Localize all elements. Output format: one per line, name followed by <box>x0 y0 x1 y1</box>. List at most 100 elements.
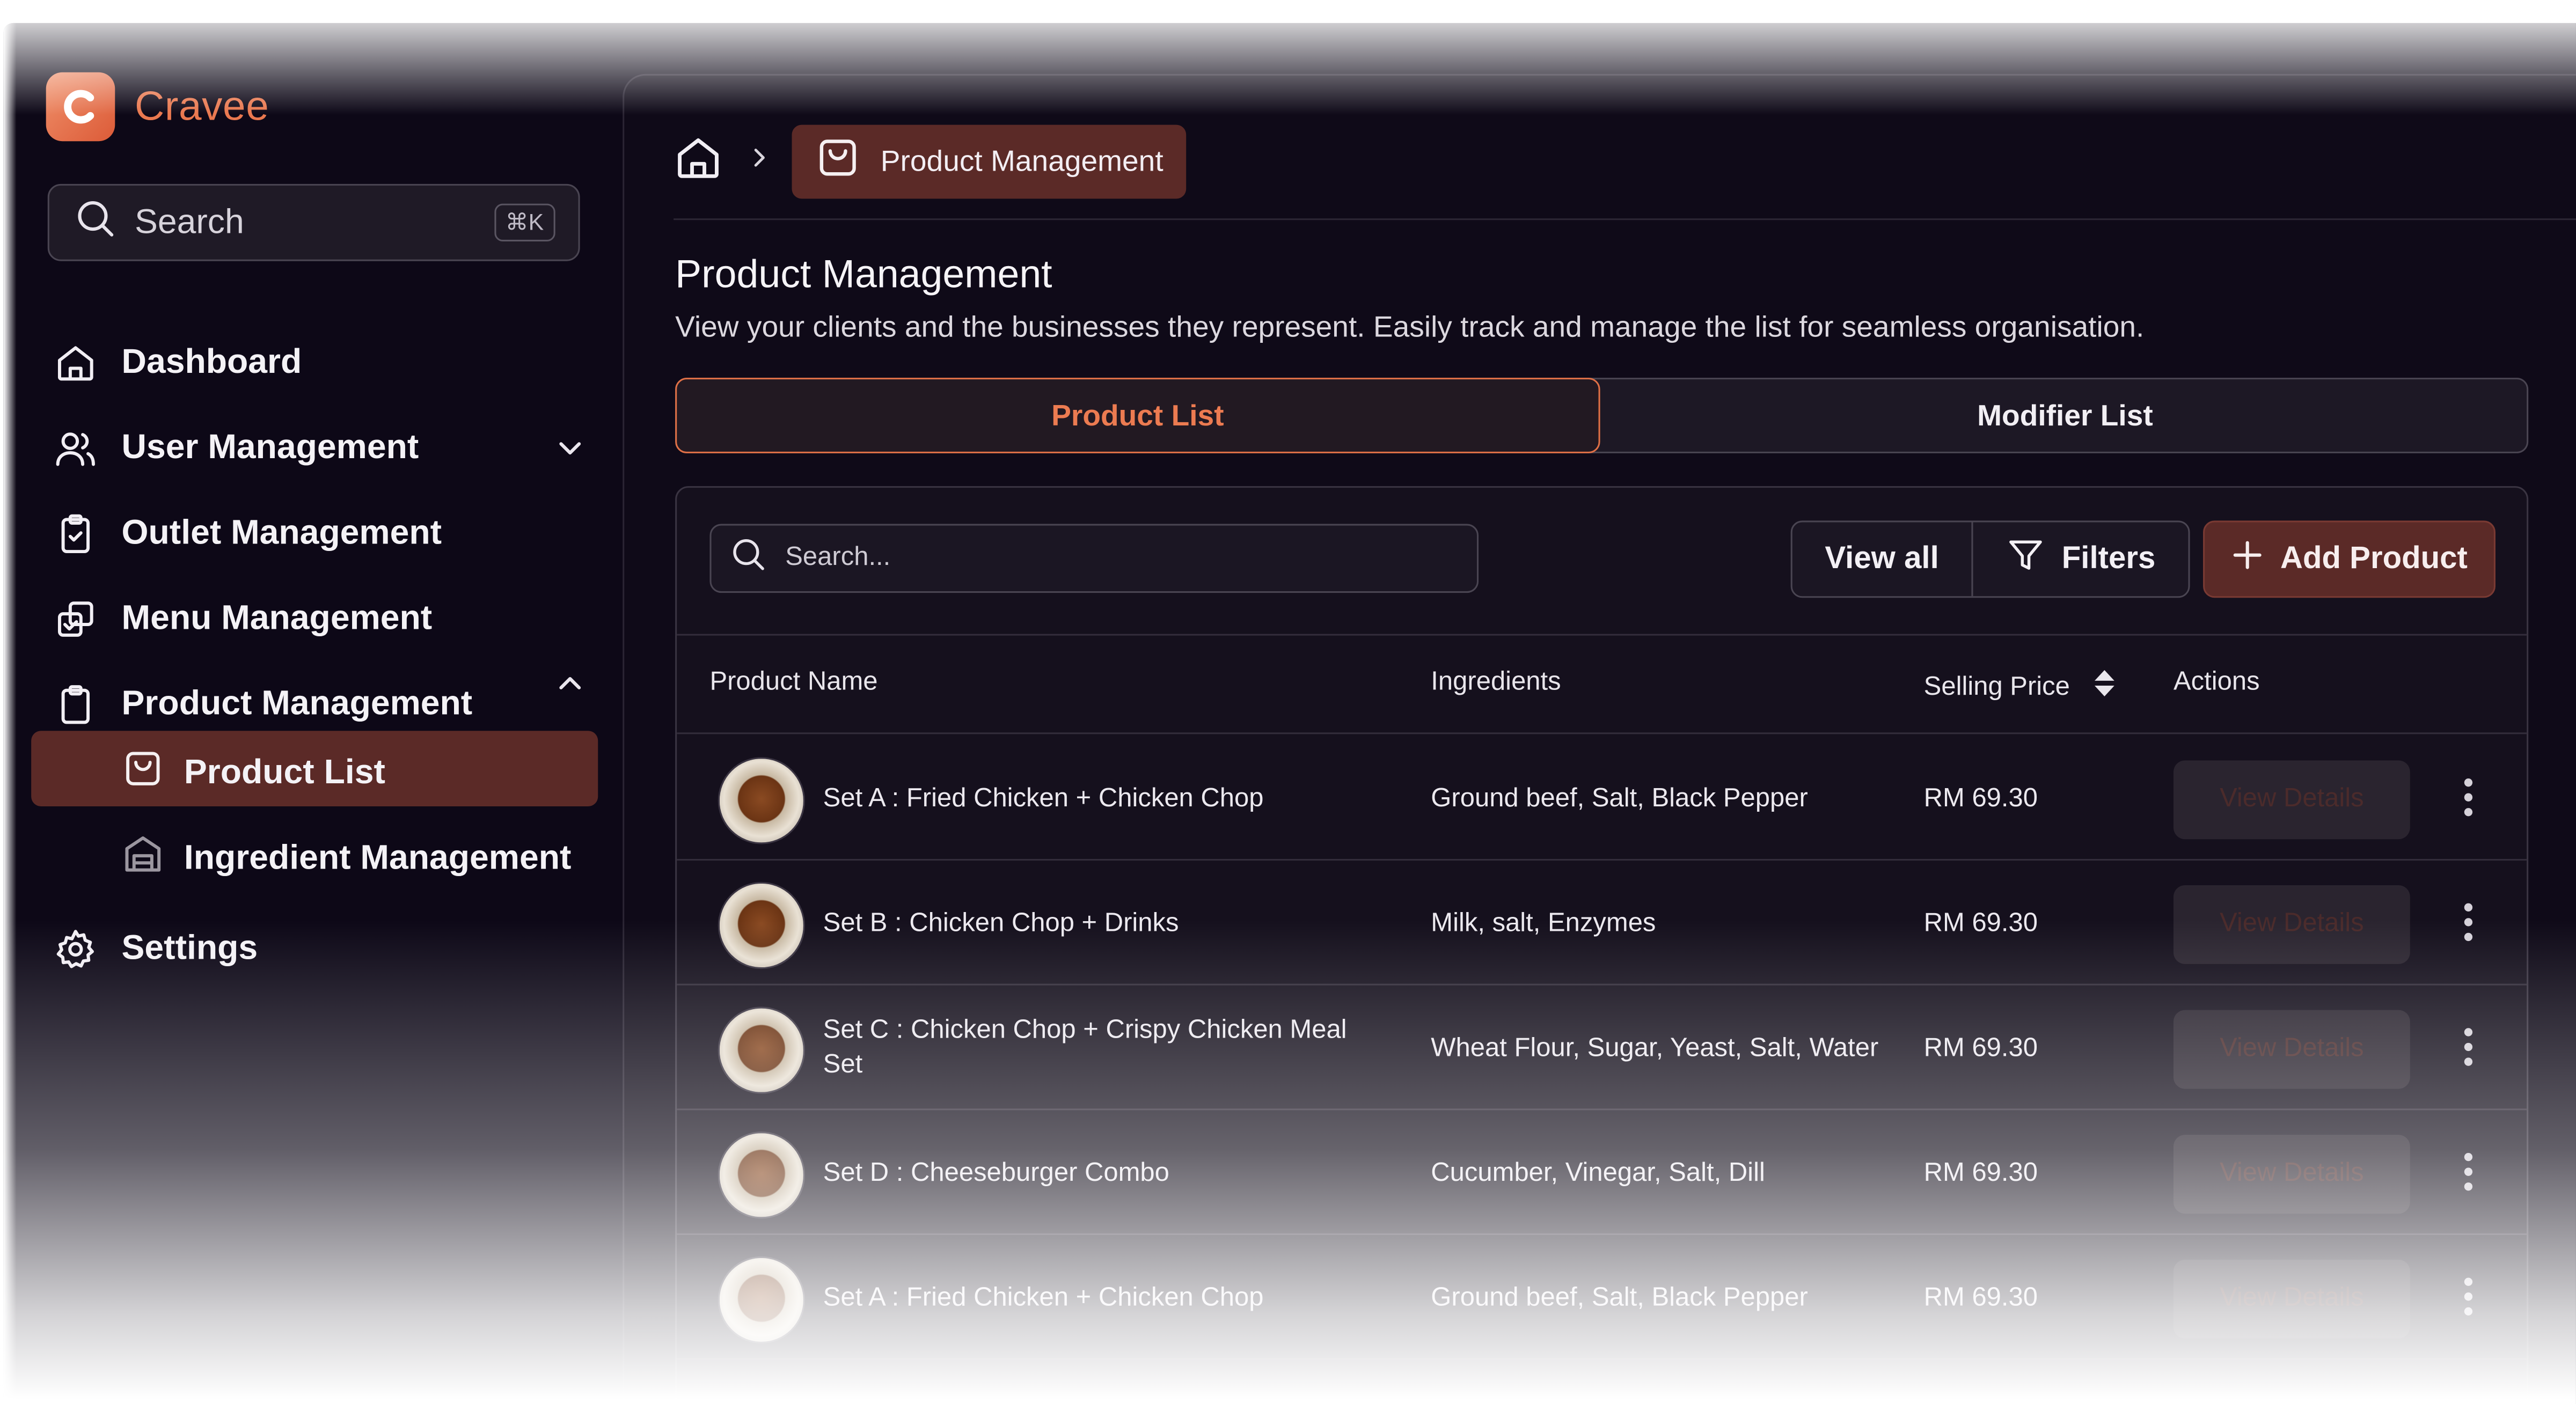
app-window: Cravee Search ⌘K Dashboard User Manageme… <box>3 23 2576 1404</box>
ingredients-cell: Wheat Flour, Sugar, Yeast, Salt, Water <box>1431 1034 1879 1063</box>
search-icon <box>731 537 765 580</box>
sidebar-item-label: Outlet Management <box>121 514 442 552</box>
price-cell: RM 69.30 <box>1923 1159 2038 1188</box>
chevron-up-icon[interactable] <box>552 665 588 701</box>
sidebar-item-settings[interactable]: Settings <box>53 927 258 973</box>
more-options-icon[interactable] <box>2461 1152 2474 1196</box>
clipboard-check-icon <box>53 511 99 557</box>
home-icon <box>53 340 99 386</box>
sort-icon[interactable] <box>2093 668 2116 706</box>
tab-product-list[interactable]: Product List <box>675 378 1600 453</box>
table-row[interactable]: Set B : Chicken Chop + Drinks Milk, salt,… <box>677 861 2527 986</box>
more-options-icon[interactable] <box>2461 1277 2474 1321</box>
sidebar-item-menu-management[interactable]: Menu Management <box>53 596 432 642</box>
search-icon <box>76 199 115 246</box>
ingredients-cell: Cucumber, Vinegar, Salt, Dill <box>1431 1159 1765 1188</box>
product-name-cell: Set A : Fried Chicken + Chicken Chop <box>823 1284 1264 1312</box>
price-cell: RM 69.30 <box>1923 1034 2038 1063</box>
product-thumbnail <box>718 1256 805 1344</box>
product-thumbnail <box>718 1131 805 1219</box>
view-details-button[interactable]: View Details <box>2173 1135 2410 1214</box>
sidebar-item-outlet-management[interactable]: Outlet Management <box>53 511 442 557</box>
product-name-cell: Set A : Fried Chicken + Chicken Chop <box>823 785 1264 813</box>
product-thumbnail <box>718 1006 805 1094</box>
users-icon <box>53 425 99 472</box>
sidebar-subitem-ingredient-management[interactable]: Ingredient Management <box>122 833 572 885</box>
column-header-actions: Actions <box>2173 668 2260 696</box>
view-details-button[interactable]: View Details <box>2173 760 2410 840</box>
view-filter-group: View all Filters <box>1790 520 2190 598</box>
sidebar-subitem-label: Product List <box>184 754 385 792</box>
tab-bar: Product List Modifier List <box>675 378 2530 453</box>
column-header-product-name[interactable]: Product Name <box>709 668 877 698</box>
breadcrumb-label: Product Management <box>880 144 1163 178</box>
clipboard-icon <box>53 681 99 727</box>
sidebar-item-label: User Management <box>121 428 419 467</box>
table-row[interactable]: Set A : Fried Chicken + Chicken Chop Grou… <box>677 1235 2527 1360</box>
price-cell: RM 69.30 <box>1923 909 2038 938</box>
price-cell: RM 69.30 <box>1923 1284 2038 1312</box>
copy-check-icon <box>53 596 99 642</box>
sidebar-item-label: Menu Management <box>121 599 433 637</box>
search-shortcut-badge: ⌘K <box>494 203 555 241</box>
logo-icon <box>46 72 115 142</box>
filters-button[interactable]: Filters <box>1973 522 2189 596</box>
warehouse-icon <box>122 833 165 885</box>
view-all-button[interactable]: View all <box>1792 522 1973 597</box>
tab-modifier-list[interactable]: Modifier List <box>1600 378 2530 453</box>
more-options-icon[interactable] <box>2461 778 2474 821</box>
page-title: Product Management <box>675 253 1052 298</box>
view-details-button[interactable]: View Details <box>2173 1010 2410 1089</box>
product-name-cell: Set B : Chicken Chop + Drinks <box>823 909 1179 938</box>
ingredients-cell: Milk, salt, Enzymes <box>1431 909 1656 938</box>
filters-label: Filters <box>2061 541 2156 576</box>
sidebar-item-label: Product Management <box>121 685 473 723</box>
table-search-input[interactable]: Search... <box>709 524 1479 593</box>
chevron-down-icon[interactable] <box>552 430 588 466</box>
column-header-selling-price[interactable]: Selling Price <box>1924 668 2116 706</box>
sidebar-item-dashboard[interactable]: Dashboard <box>53 340 302 386</box>
ingredients-cell: Ground beef, Salt, Black Pepper <box>1431 1284 1808 1312</box>
add-product-button[interactable]: Add Product <box>2203 520 2496 598</box>
table-row[interactable]: Set A : Fried Chicken + Chicken Chop Grou… <box>677 736 2527 861</box>
table-row[interactable]: Set C : Chicken Chop + Crispy Chicken Me… <box>677 986 2527 1111</box>
page-subtitle: View your clients and the businesses the… <box>675 310 2145 343</box>
sidebar-subitem-label: Ingredient Management <box>184 839 572 877</box>
shopping-bag-icon <box>815 135 861 189</box>
column-header-label: Selling Price <box>1923 672 2070 701</box>
table-header: Product Name Ingredients Selling Price A… <box>677 634 2527 734</box>
search-placeholder: Search... <box>785 543 891 572</box>
filter-icon <box>2006 534 2045 584</box>
column-header-ingredients[interactable]: Ingredients <box>1431 668 1561 698</box>
ingredients-cell: Ground beef, Salt, Black Pepper <box>1431 785 1808 813</box>
product-thumbnail <box>718 881 805 969</box>
edge-fade <box>3 23 17 1404</box>
table-row[interactable]: Set D : Cheeseburger Combo Cucumber, Vine… <box>677 1110 2527 1236</box>
sidebar-item-label: Settings <box>121 929 258 968</box>
add-product-label: Add Product <box>2280 541 2468 576</box>
brand[interactable]: Cravee <box>46 72 269 142</box>
sidebar-search-label: Search <box>135 203 244 241</box>
chevron-right-icon <box>746 144 772 179</box>
product-name-cell: Set D : Cheeseburger Combo <box>823 1159 1169 1188</box>
product-thumbnail <box>718 757 805 844</box>
breadcrumb: Product Management <box>674 124 1187 199</box>
breadcrumb-current[interactable]: Product Management <box>792 124 1187 199</box>
gear-icon <box>53 927 99 973</box>
sidebar-search[interactable]: Search ⌘K <box>47 183 580 261</box>
sidebar-subitem-product-list[interactable]: Product List <box>122 747 385 800</box>
main-panel: Product Management Product Management Vi… <box>623 73 2576 1404</box>
shopping-bag-icon <box>122 747 165 800</box>
view-details-button[interactable]: View Details <box>2173 885 2410 964</box>
sidebar-item-label: Dashboard <box>121 343 302 381</box>
product-name-cell: Set C : Chicken Chop + Crispy Chicken Me… <box>823 1016 1347 1079</box>
sidebar-item-product-management[interactable]: Product Management <box>53 681 472 727</box>
brand-name: Cravee <box>135 83 269 129</box>
more-options-icon[interactable] <box>2461 903 2474 946</box>
plus-icon <box>2231 538 2264 581</box>
view-details-button[interactable]: View Details <box>2173 1259 2410 1339</box>
home-icon[interactable] <box>674 133 723 190</box>
divider <box>674 218 2576 220</box>
sidebar-item-user-management[interactable]: User Management <box>53 425 419 472</box>
more-options-icon[interactable] <box>2461 1028 2474 1071</box>
